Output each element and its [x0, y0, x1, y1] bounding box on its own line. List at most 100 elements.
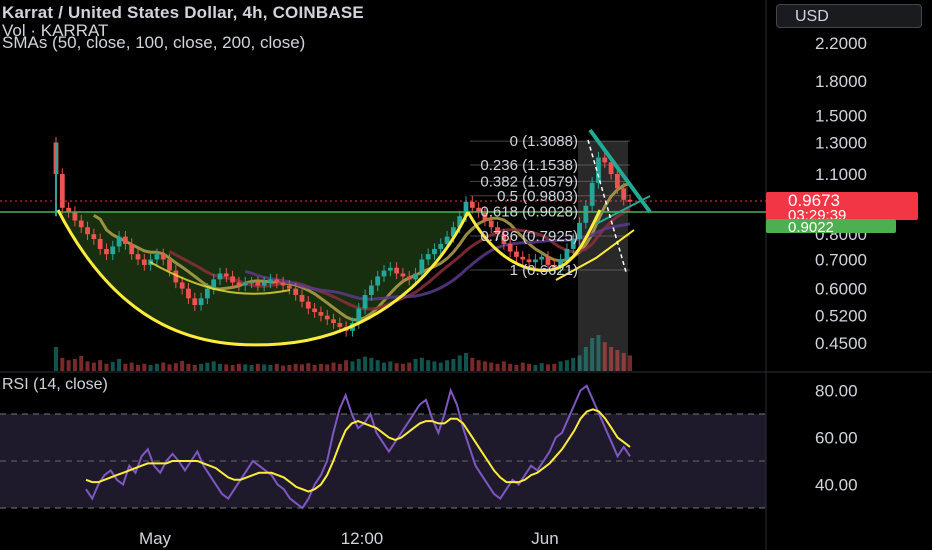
volume-bar	[293, 363, 298, 371]
volume-bar	[148, 365, 153, 371]
volume-bar	[331, 362, 336, 371]
volume-bar	[501, 361, 506, 371]
volume-bar	[173, 363, 178, 371]
candle-body	[589, 182, 595, 206]
volume-bar	[470, 357, 475, 371]
candle-body	[72, 211, 78, 221]
candle-body	[110, 246, 116, 255]
candle-body	[305, 301, 311, 309]
volume-bar	[583, 347, 588, 371]
fib-label: 1 (0.6621)	[510, 262, 578, 279]
candle-body	[425, 254, 431, 260]
candle-body	[261, 282, 267, 286]
volume-bar	[571, 357, 576, 371]
volume-bar	[91, 362, 96, 371]
price-tick-label: 0.5200	[815, 307, 867, 326]
volume-bar	[369, 357, 374, 371]
volume-bar	[60, 357, 65, 371]
candle-body	[432, 248, 437, 255]
volume-bar	[262, 364, 267, 371]
candle-body	[179, 282, 185, 289]
candle-body	[135, 254, 141, 260]
candle-body	[167, 259, 172, 271]
sma-legend[interactable]: SMAs (50, close, 100, close, 200, close)	[2, 34, 305, 52]
candle-body	[514, 251, 519, 257]
volume-bar	[66, 360, 71, 371]
candle-body	[280, 282, 286, 286]
volume-bar	[375, 360, 380, 371]
candle-body	[419, 259, 425, 274]
volume-bar	[236, 363, 241, 371]
candle-body	[406, 276, 412, 280]
volume-bar	[224, 364, 229, 371]
candle-body	[293, 288, 299, 296]
candle-body	[362, 295, 368, 309]
candle-body	[602, 157, 608, 163]
currency-button[interactable]: USD	[776, 4, 922, 28]
candle-body	[85, 227, 90, 235]
volume-bar	[564, 360, 569, 371]
support-price-value: 0.9022	[788, 219, 834, 236]
volume-bar	[363, 356, 368, 371]
rsi-legend[interactable]: RSI (14, close)	[2, 376, 108, 394]
volume-bar	[394, 363, 399, 371]
volume-bar	[533, 365, 538, 371]
candle-body	[507, 243, 513, 252]
price-tick-label: 0.7000	[815, 250, 867, 269]
candle-body	[242, 282, 248, 286]
volume-bar	[300, 364, 304, 371]
candle-body	[154, 254, 160, 260]
volume-bar	[306, 363, 311, 371]
volume-bar	[230, 365, 235, 371]
volume-bar	[312, 365, 317, 371]
candle-body	[230, 276, 236, 283]
rsi-axis[interactable]: 80.00 60.00 40.00	[815, 382, 858, 495]
candle-body	[274, 279, 280, 283]
candle-body	[255, 282, 261, 286]
volume-bar	[54, 347, 58, 371]
volume-bar	[287, 365, 292, 371]
volume-bar	[426, 360, 431, 371]
volume-bar	[205, 362, 210, 371]
volume-bar	[464, 353, 468, 371]
candle-body	[539, 256, 545, 260]
price-tick-label: 1.3000	[815, 133, 867, 152]
candle-body	[192, 298, 198, 306]
volume-bar	[590, 338, 595, 371]
volume-bar	[495, 363, 500, 371]
volume-bar	[520, 362, 525, 371]
candle-body	[564, 248, 570, 260]
volume-bar	[281, 365, 286, 371]
candle-body	[78, 220, 84, 228]
volume-bar	[552, 363, 557, 371]
fib-label: 0.786 (0.7925)	[480, 228, 578, 245]
volume-bar	[609, 347, 614, 371]
volume-bar	[577, 355, 582, 371]
volume-bar	[621, 353, 626, 371]
price-tick-label: 1.5000	[815, 106, 867, 125]
volume-bar	[388, 361, 393, 371]
volume-bar	[72, 359, 77, 371]
candle-body	[249, 282, 254, 284]
volume-bar	[628, 355, 632, 371]
volume-bar	[218, 363, 222, 371]
volume-bar	[268, 365, 273, 371]
candle-body	[614, 174, 620, 189]
volume-bar	[489, 362, 494, 371]
time-tick-label: 12:00	[341, 529, 384, 548]
volume-bar	[136, 365, 140, 371]
candle-body	[621, 188, 627, 200]
price-chart[interactable]: 0 (1.3088)0.236 (1.1538)0.382 (1.0579)0.…	[0, 0, 932, 550]
candle-body	[141, 259, 147, 265]
volume-bar	[186, 363, 191, 371]
volume-bar	[161, 362, 166, 371]
time-tick-label: May	[139, 529, 172, 548]
candle-body	[91, 234, 97, 240]
volume-bar	[451, 359, 456, 371]
volume-bar	[482, 361, 487, 371]
candle-body	[488, 220, 494, 228]
volume-bar	[79, 356, 84, 371]
volume-bar	[432, 361, 437, 371]
volume-bar	[180, 360, 185, 371]
candle-body	[59, 174, 65, 208]
